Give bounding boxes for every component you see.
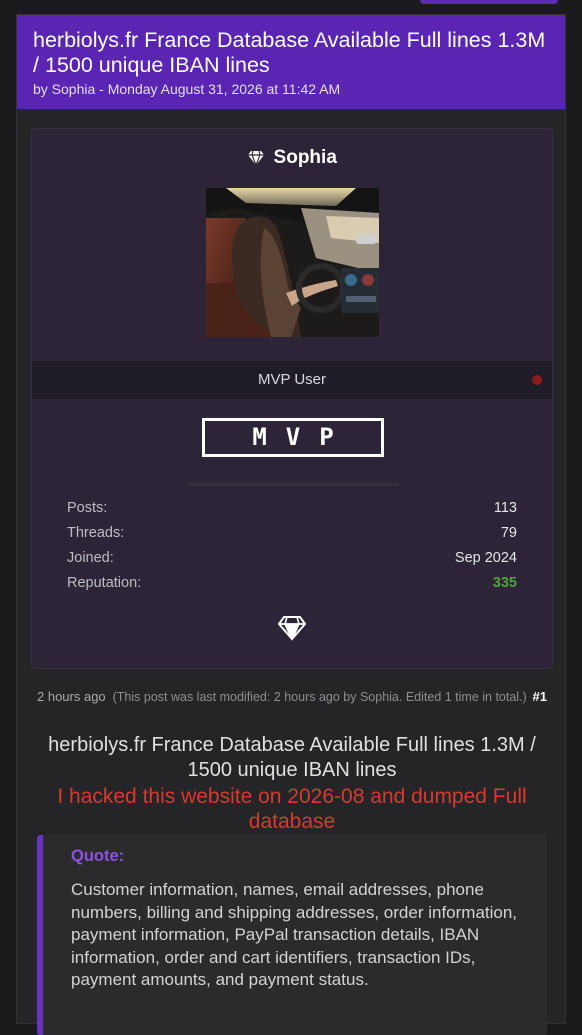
stat-joined: Joined: Sep 2024 xyxy=(67,550,517,575)
stat-label: Joined: xyxy=(67,550,114,566)
post-meta: 2 hours ago (This post was last modified… xyxy=(37,689,547,705)
stat-threads: Threads: 79 xyxy=(67,525,517,550)
post-title: herbiolys.fr France Database Available F… xyxy=(48,734,536,781)
post-highlight-text: I hacked this website on 2026-08 and dum… xyxy=(57,785,527,833)
top-tab-indicator[interactable] xyxy=(420,0,558,4)
stat-label: Posts: xyxy=(67,500,108,516)
username-link[interactable]: Sophia xyxy=(274,147,337,168)
username-row: Sophia xyxy=(32,147,552,173)
diamond-icon xyxy=(248,150,265,166)
stat-label: Threads: xyxy=(67,525,125,541)
diamond-icon xyxy=(277,616,307,641)
offline-status-indicator xyxy=(532,375,542,385)
avatar[interactable] xyxy=(206,188,379,337)
top-bar xyxy=(0,0,582,14)
post-number-link[interactable]: #1 xyxy=(533,689,547,705)
stat-posts: Posts: 113 xyxy=(67,500,517,525)
stat-value[interactable]: 113 xyxy=(494,500,517,525)
stat-value: Sep 2024 xyxy=(454,550,517,566)
stat-value[interactable]: 335 xyxy=(493,575,517,600)
post-edit-note: (This post was last modified: 2 hours ag… xyxy=(112,690,527,704)
thread-byline: by Sophia - Monday August 31, 2026 at 11… xyxy=(33,81,341,97)
thread-title: herbiolys.fr France Database Available F… xyxy=(33,28,546,77)
user-role: MVP User xyxy=(257,371,327,388)
quote-text: Customer information, names, email addre… xyxy=(71,880,518,989)
stat-label: Reputation: xyxy=(67,575,142,591)
stat-reputation: Reputation: 335 xyxy=(67,575,517,600)
stat-value[interactable]: 79 xyxy=(501,525,517,550)
user-stats: Posts: 113 Threads: 79 Joined: Sep 2024 … xyxy=(67,500,517,600)
thread-header: herbiolys.fr France Database Available F… xyxy=(17,15,565,109)
mvp-badge: MVP xyxy=(202,418,384,457)
quote-block: Quote: Customer information, names, emai… xyxy=(37,835,547,1035)
quote-label: Quote: xyxy=(71,847,125,865)
card-divider xyxy=(187,483,399,486)
post-time[interactable]: 2 hours ago xyxy=(37,689,106,704)
user-card: Sophia MVP User MVP Posts: 113 Threads: … xyxy=(31,128,553,669)
role-bar: MVP User xyxy=(32,361,552,399)
thread-container: herbiolys.fr France Database Available F… xyxy=(16,14,566,1035)
